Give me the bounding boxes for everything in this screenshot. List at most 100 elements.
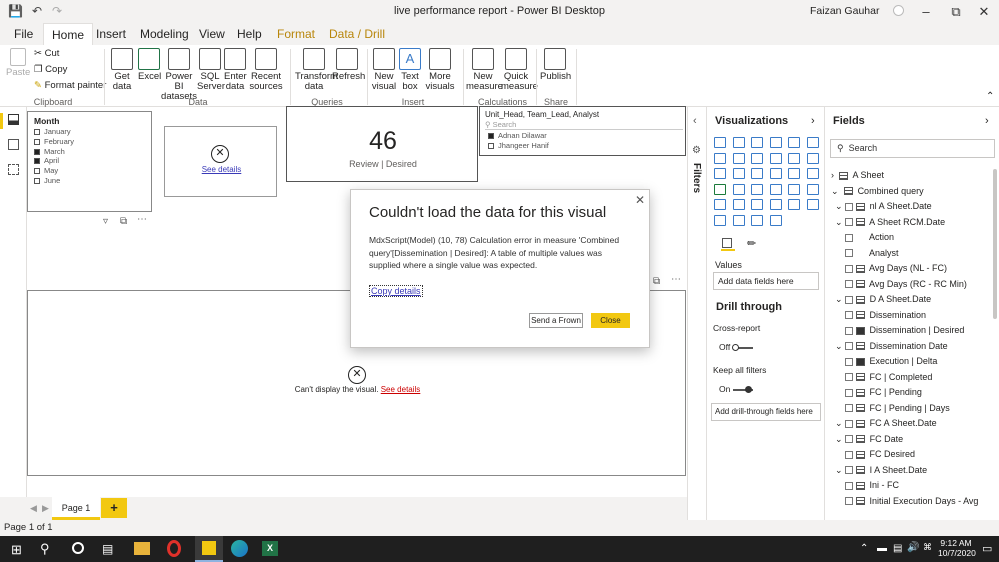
powerbi-taskbar-icon[interactable] xyxy=(195,536,223,562)
field-item[interactable]: FC | Completed xyxy=(825,370,999,386)
scrollbar[interactable] xyxy=(993,169,997,319)
network-icon[interactable]: ▤ xyxy=(893,543,902,554)
new-visual-button[interactable]: New visual xyxy=(371,48,397,92)
checkbox[interactable] xyxy=(845,295,854,304)
field-item[interactable]: ⌄ A Sheet RCM.Date xyxy=(825,215,999,231)
fields-tab-icon[interactable] xyxy=(721,237,735,251)
visual-type-icon[interactable] xyxy=(806,199,819,210)
slicer-item[interactable]: February xyxy=(34,137,74,146)
focus-mode-icon[interactable]: ⧉ xyxy=(120,216,127,227)
refresh-button[interactable]: Refresh xyxy=(332,48,365,82)
visual-type-icon[interactable] xyxy=(806,183,819,195)
visual-type-icon[interactable] xyxy=(732,168,745,179)
field-item[interactable]: Execution | Delta xyxy=(825,354,999,370)
expand-chevron-icon[interactable]: › xyxy=(831,170,834,180)
more-options-icon[interactable]: ⋯ xyxy=(671,274,681,285)
checkbox[interactable] xyxy=(34,158,40,165)
checkbox[interactable] xyxy=(845,357,853,366)
transform-data-button[interactable]: Transform data xyxy=(295,48,338,92)
visual-type-icon[interactable] xyxy=(769,168,782,179)
visual-type-icon[interactable] xyxy=(714,199,726,210)
visual-type-icon[interactable] xyxy=(769,152,782,164)
slicer-item[interactable]: April xyxy=(34,156,59,165)
checkbox[interactable] xyxy=(845,435,854,444)
values-drop-zone[interactable]: Add data fields here xyxy=(713,272,819,290)
task-view-icon[interactable]: ▤ xyxy=(102,542,113,556)
pbi-datasets-button[interactable]: Power BI datasets xyxy=(161,48,197,102)
field-item[interactable]: Ini - FC xyxy=(825,478,999,494)
checkbox[interactable] xyxy=(845,481,853,490)
edge-icon[interactable] xyxy=(231,540,248,557)
quick-measure-button[interactable]: Quick measure xyxy=(501,48,538,92)
paste-button[interactable]: Paste xyxy=(6,48,30,78)
chevron-right-icon[interactable]: › xyxy=(985,115,989,127)
copy-details-link[interactable]: Copy details xyxy=(369,285,423,297)
visual-type-icon[interactable] xyxy=(788,137,800,148)
field-item[interactable]: ⌄ Dissemination Date xyxy=(825,339,999,355)
visual-type-icon[interactable] xyxy=(751,137,763,148)
excel-taskbar-icon[interactable]: X xyxy=(262,541,278,556)
visual-type-icon[interactable] xyxy=(732,183,745,195)
visual-type-icon[interactable] xyxy=(769,199,782,210)
focus-mode-icon[interactable]: ⧉ xyxy=(653,276,660,287)
expand-chevron-icon[interactable]: ⌄ xyxy=(835,434,843,444)
expand-chevron-icon[interactable]: ⌄ xyxy=(835,217,843,227)
checkbox[interactable] xyxy=(34,138,40,145)
close-button[interactable]: Close xyxy=(591,313,630,328)
visual-type-icon[interactable] xyxy=(714,152,726,164)
field-item[interactable]: ⌄ Combined query xyxy=(825,184,999,200)
chevron-right-icon[interactable]: › xyxy=(811,115,815,127)
data-view-icon[interactable] xyxy=(8,139,19,150)
tab-file[interactable]: File xyxy=(14,27,33,41)
expand-chevron-icon[interactable]: ⌄ xyxy=(831,186,839,196)
format-tab-icon[interactable]: ✏ xyxy=(747,237,756,250)
more-visuals-button[interactable]: More visuals xyxy=(423,48,457,92)
slicer-item[interactable]: March xyxy=(34,147,65,156)
expand-chevron-icon[interactable]: ⌄ xyxy=(835,418,843,428)
more-options-icon[interactable]: ⋯ xyxy=(137,214,147,225)
field-item[interactable]: Dissemination xyxy=(825,308,999,324)
checkbox[interactable] xyxy=(34,168,40,175)
file-explorer-icon[interactable] xyxy=(134,542,150,555)
sql-server-button[interactable]: SQL Server xyxy=(197,48,225,92)
field-item[interactable]: ⌄ I A Sheet.Date xyxy=(825,463,999,479)
visual-type-icon[interactable] xyxy=(714,214,726,226)
tab-modeling[interactable]: Modeling xyxy=(140,27,189,41)
drill-through-drop-zone[interactable]: Add drill-through fields here xyxy=(711,403,821,421)
field-item[interactable]: Initial Execution Days - Avg xyxy=(825,494,999,510)
visual-type-icon[interactable] xyxy=(732,137,745,148)
language-icon[interactable]: ⌘ xyxy=(923,542,932,553)
month-slicer[interactable]: Month January February March April May June xyxy=(27,111,152,212)
visual-type-icon[interactable] xyxy=(788,183,800,195)
new-measure-button[interactable]: New measure xyxy=(466,48,503,92)
field-item[interactable]: FC | Pending | Days xyxy=(825,401,999,417)
checkbox[interactable] xyxy=(488,143,494,150)
filter-icon[interactable]: ▿ xyxy=(103,216,108,227)
expand-chevron-icon[interactable]: ⌄ xyxy=(835,341,843,351)
tab-insert[interactable]: Insert xyxy=(96,27,126,41)
visual-type-icon[interactable] xyxy=(714,168,726,179)
expand-chevron-icon[interactable]: ⌄ xyxy=(835,294,843,304)
team-slicer[interactable]: Unit_Head, Team_Lead, Analyst ⚲ Search A… xyxy=(479,106,686,156)
field-item[interactable]: ⌄ FC Date xyxy=(825,432,999,448)
visual-type-icon[interactable] xyxy=(751,183,763,195)
visual-type-icon[interactable] xyxy=(751,199,763,210)
tab-help[interactable]: Help xyxy=(237,27,262,41)
fields-search-input[interactable]: ⚲ Search xyxy=(830,139,995,158)
add-page-button[interactable]: + xyxy=(101,498,127,518)
battery-icon[interactable]: ▬ xyxy=(877,543,887,554)
text-box-button[interactable]: A Text box xyxy=(399,48,421,92)
slicer-item[interactable]: May xyxy=(34,166,58,175)
error-visual-small[interactable]: ✕ See details xyxy=(164,126,277,197)
field-item[interactable]: › A Sheet xyxy=(825,168,999,184)
checkbox[interactable] xyxy=(845,373,853,382)
visual-type-icon[interactable] xyxy=(732,199,745,210)
visual-type-icon[interactable] xyxy=(806,152,819,164)
next-page-icon[interactable]: ▶ xyxy=(42,503,49,514)
checkbox[interactable] xyxy=(488,133,494,140)
prev-page-icon[interactable]: ◀ xyxy=(30,503,37,514)
opera-icon[interactable] xyxy=(167,540,181,557)
keep-filters-toggle[interactable] xyxy=(733,386,753,393)
tab-view[interactable]: View xyxy=(199,27,225,41)
checkbox[interactable] xyxy=(845,466,854,475)
